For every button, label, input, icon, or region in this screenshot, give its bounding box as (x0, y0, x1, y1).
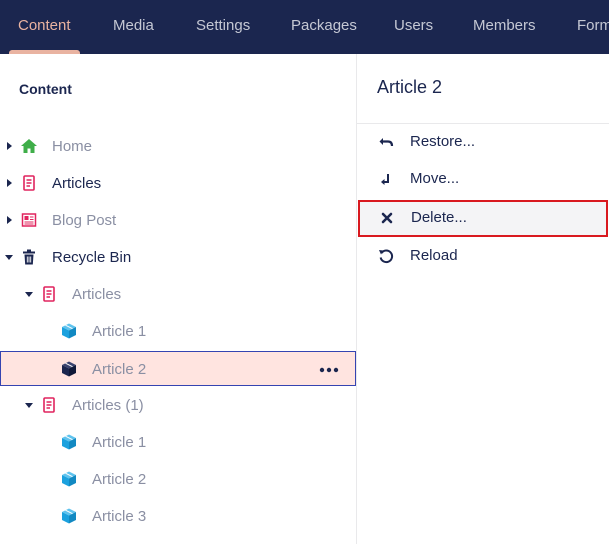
tree-node-label: Articles (52, 175, 102, 192)
article-list-icon (23, 175, 35, 191)
caret-down-icon[interactable] (24, 289, 34, 299)
action-label: Move... (410, 170, 460, 187)
nav-tab-media[interactable]: Media (113, 0, 154, 54)
tree-node-home[interactable]: Home (0, 128, 356, 165)
caret-right-icon[interactable] (4, 178, 14, 188)
article-list-icon (43, 286, 55, 302)
cube-icon (62, 323, 76, 339)
reload-icon (379, 249, 394, 264)
cube-icon (62, 361, 76, 377)
tree-node-label: Article 2 (92, 471, 147, 488)
caret-down-icon[interactable] (4, 252, 14, 262)
actions-panel: Article 2 Restore... Move... Delete... R… (357, 54, 609, 544)
panel-title: Article 2 (377, 77, 443, 97)
tree-node-article-2[interactable]: Article 2 (0, 461, 356, 498)
tree-node-label: Article 1 (92, 323, 147, 340)
nav-tab-users[interactable]: Users (394, 0, 433, 54)
tree-node-label: Home (52, 138, 93, 155)
tree-node-blog-post[interactable]: Blog Post (0, 202, 356, 239)
trash-icon (23, 249, 35, 265)
tree-node-label: Blog Post (52, 212, 117, 229)
tree-node-label: Recycle Bin (52, 249, 132, 266)
tree-node-articles[interactable]: Articles (0, 165, 356, 202)
tree-node-articles[interactable]: Articles (0, 276, 356, 313)
action-label: Reload (410, 247, 458, 264)
reload-action[interactable]: Reload (357, 238, 609, 275)
action-label: Delete... (411, 209, 467, 226)
caret-right-icon[interactable] (4, 215, 14, 225)
blog-post-icon (21, 213, 37, 227)
tree-node-article-1[interactable]: Article 1 (0, 424, 356, 461)
top-navigation: Content Media Settings Packages Users Me… (0, 0, 609, 54)
delete-action[interactable]: Delete... (358, 200, 608, 237)
tree-node-article-1[interactable]: Article 1 (0, 313, 356, 350)
move-action[interactable]: Move... (357, 161, 609, 198)
tree-heading: Content (19, 81, 72, 97)
tree-node-label: Article 3 (92, 508, 147, 525)
nav-tab-settings[interactable]: Settings (196, 0, 250, 54)
tree-node-label: Articles (1) (72, 397, 144, 414)
restore-action[interactable]: Restore... (357, 124, 609, 161)
tree-node-label: Articles (72, 286, 122, 303)
move-icon (381, 174, 389, 185)
tree-node-article-2-selected[interactable]: Article 2 (0, 351, 356, 386)
action-label: Restore... (410, 133, 476, 150)
content-tree: Content Home Articles Blog Post Recycle … (0, 54, 357, 544)
cube-icon (62, 434, 76, 450)
nav-tab-members[interactable]: Members (473, 0, 536, 54)
tree-node-articles-1[interactable]: Articles (1) (0, 387, 356, 424)
tree-node-article-3[interactable]: Article 3 (0, 498, 356, 535)
cube-icon (62, 508, 76, 524)
nav-tab-forms[interactable]: Forms (577, 0, 609, 54)
home-icon (21, 139, 37, 153)
nav-tab-content[interactable]: Content (9, 0, 80, 54)
tree-node-recycle-bin[interactable]: Recycle Bin (0, 239, 356, 276)
tree-node-label: Article 1 (92, 434, 147, 451)
caret-down-icon[interactable] (24, 400, 34, 410)
delete-icon (381, 212, 393, 224)
nav-tab-packages[interactable]: Packages (291, 0, 357, 54)
tree-node-label: Article 2 (92, 361, 147, 378)
cube-icon (62, 471, 76, 487)
caret-right-icon[interactable] (4, 141, 14, 151)
more-actions-icon[interactable] (317, 360, 341, 380)
undo-icon (379, 138, 394, 147)
article-list-icon (43, 397, 55, 413)
